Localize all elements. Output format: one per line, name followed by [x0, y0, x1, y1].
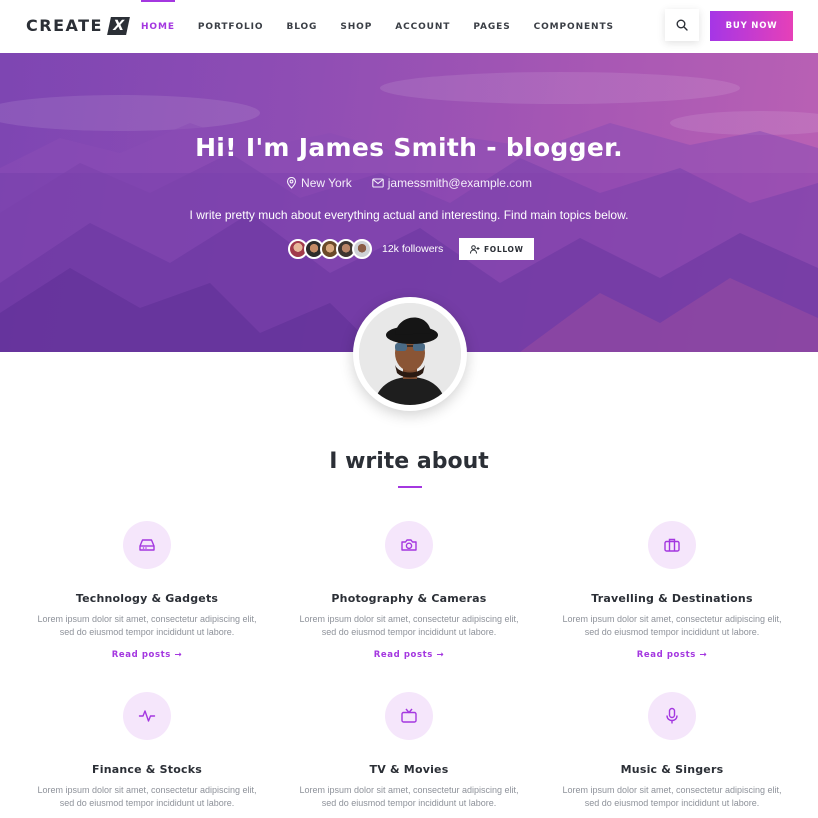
topic-card: Travelling & Destinations Lorem ipsum do… — [552, 521, 792, 662]
top-navbar: CREATE X HOME PORTFOLIO BLOG SHOP ACCOUN… — [0, 0, 818, 53]
tv-icon — [401, 708, 417, 723]
read-posts-link[interactable]: Read posts → — [637, 650, 707, 660]
topic-icon-circle — [648, 692, 696, 740]
topic-icon-circle — [385, 692, 433, 740]
microphone-icon — [666, 707, 678, 724]
topic-title: TV & Movies — [369, 763, 449, 776]
follower-avatars — [288, 239, 372, 259]
topic-description: Lorem ipsum dolor sit amet, consectetur … — [299, 614, 519, 637]
topic-description: Lorem ipsum dolor sit amet, consectetur … — [37, 785, 257, 808]
email[interactable]: jamessmith@example.com — [371, 176, 532, 190]
camera-icon — [401, 539, 417, 551]
follow-label: FOLLOW — [483, 244, 524, 254]
topic-title: Travelling & Destinations — [591, 592, 753, 605]
topic-description: Lorem ipsum dolor sit amet, consectetur … — [562, 785, 782, 808]
profile-photo — [353, 297, 467, 411]
topic-title: Finance & Stocks — [92, 763, 202, 776]
menu-item-components[interactable]: COMPONENTS — [534, 0, 614, 53]
hero-title: Hi! I'm James Smith - blogger. — [195, 133, 623, 162]
search-button[interactable] — [665, 9, 699, 41]
topic-card: TV & Movies Lorem ipsum dolor sit amet, … — [289, 692, 529, 810]
search-icon — [676, 19, 688, 31]
hard-drive-icon — [139, 539, 155, 551]
read-posts-link[interactable]: Read posts → — [112, 650, 182, 660]
topic-title: Photography & Cameras — [331, 592, 487, 605]
follow-bar: 12k followers FOLLOW — [288, 238, 535, 260]
menu-item-account[interactable]: ACCOUNT — [395, 0, 450, 53]
briefcase-icon — [664, 538, 680, 552]
menu-item-portfolio[interactable]: PORTFOLIO — [198, 0, 264, 53]
topic-description: Lorem ipsum dolor sit amet, consectetur … — [299, 785, 519, 808]
topic-card: Music & Singers Lorem ipsum dolor sit am… — [552, 692, 792, 810]
buy-now-button[interactable]: BUY NOW — [710, 11, 793, 41]
follow-button[interactable]: FOLLOW — [459, 238, 535, 260]
topic-description: Lorem ipsum dolor sit amet, consectetur … — [562, 614, 782, 637]
topic-card: Photography & Cameras Lorem ipsum dolor … — [289, 521, 529, 662]
logo-text: CREATE — [26, 16, 103, 35]
map-pin-icon — [286, 177, 297, 189]
location-text: New York — [301, 176, 352, 190]
menu-item-pages[interactable]: PAGES — [473, 0, 510, 53]
topic-icon-circle — [123, 692, 171, 740]
email-text: jamessmith@example.com — [387, 176, 532, 190]
topic-icon-circle — [385, 521, 433, 569]
topic-icon-circle — [648, 521, 696, 569]
contact-info: New York jamessmith@example.com — [0, 176, 818, 190]
hero-description: I write pretty much about everything act… — [189, 208, 629, 222]
activity-icon — [138, 710, 156, 722]
topic-icon-circle — [123, 521, 171, 569]
followers-count: 12k followers — [382, 243, 444, 255]
menu-item-blog[interactable]: BLOG — [286, 0, 317, 53]
topic-title: Technology & Gadgets — [75, 592, 219, 605]
topic-title: Music & Singers — [620, 763, 724, 776]
mail-icon — [371, 178, 384, 188]
logo-mark: X — [107, 16, 130, 35]
avatar — [352, 239, 372, 259]
location: New York — [286, 176, 352, 190]
user-plus-icon — [469, 244, 480, 254]
profile-image — [359, 303, 461, 405]
menu-item-shop[interactable]: SHOP — [340, 0, 372, 53]
section-title: I write about — [329, 449, 489, 474]
main-menu: HOME PORTFOLIO BLOG SHOP ACCOUNT PAGES C… — [141, 0, 637, 53]
menu-item-home[interactable]: HOME — [141, 0, 175, 53]
read-posts-link[interactable]: Read posts → — [374, 650, 444, 660]
topic-card: Technology & Gadgets Lorem ipsum dolor s… — [27, 521, 267, 662]
topic-description: Lorem ipsum dolor sit amet, consectetur … — [37, 614, 257, 637]
title-underline — [398, 486, 422, 488]
logo[interactable]: CREATE X — [26, 16, 130, 35]
topic-card: Finance & Stocks Lorem ipsum dolor sit a… — [27, 692, 267, 810]
